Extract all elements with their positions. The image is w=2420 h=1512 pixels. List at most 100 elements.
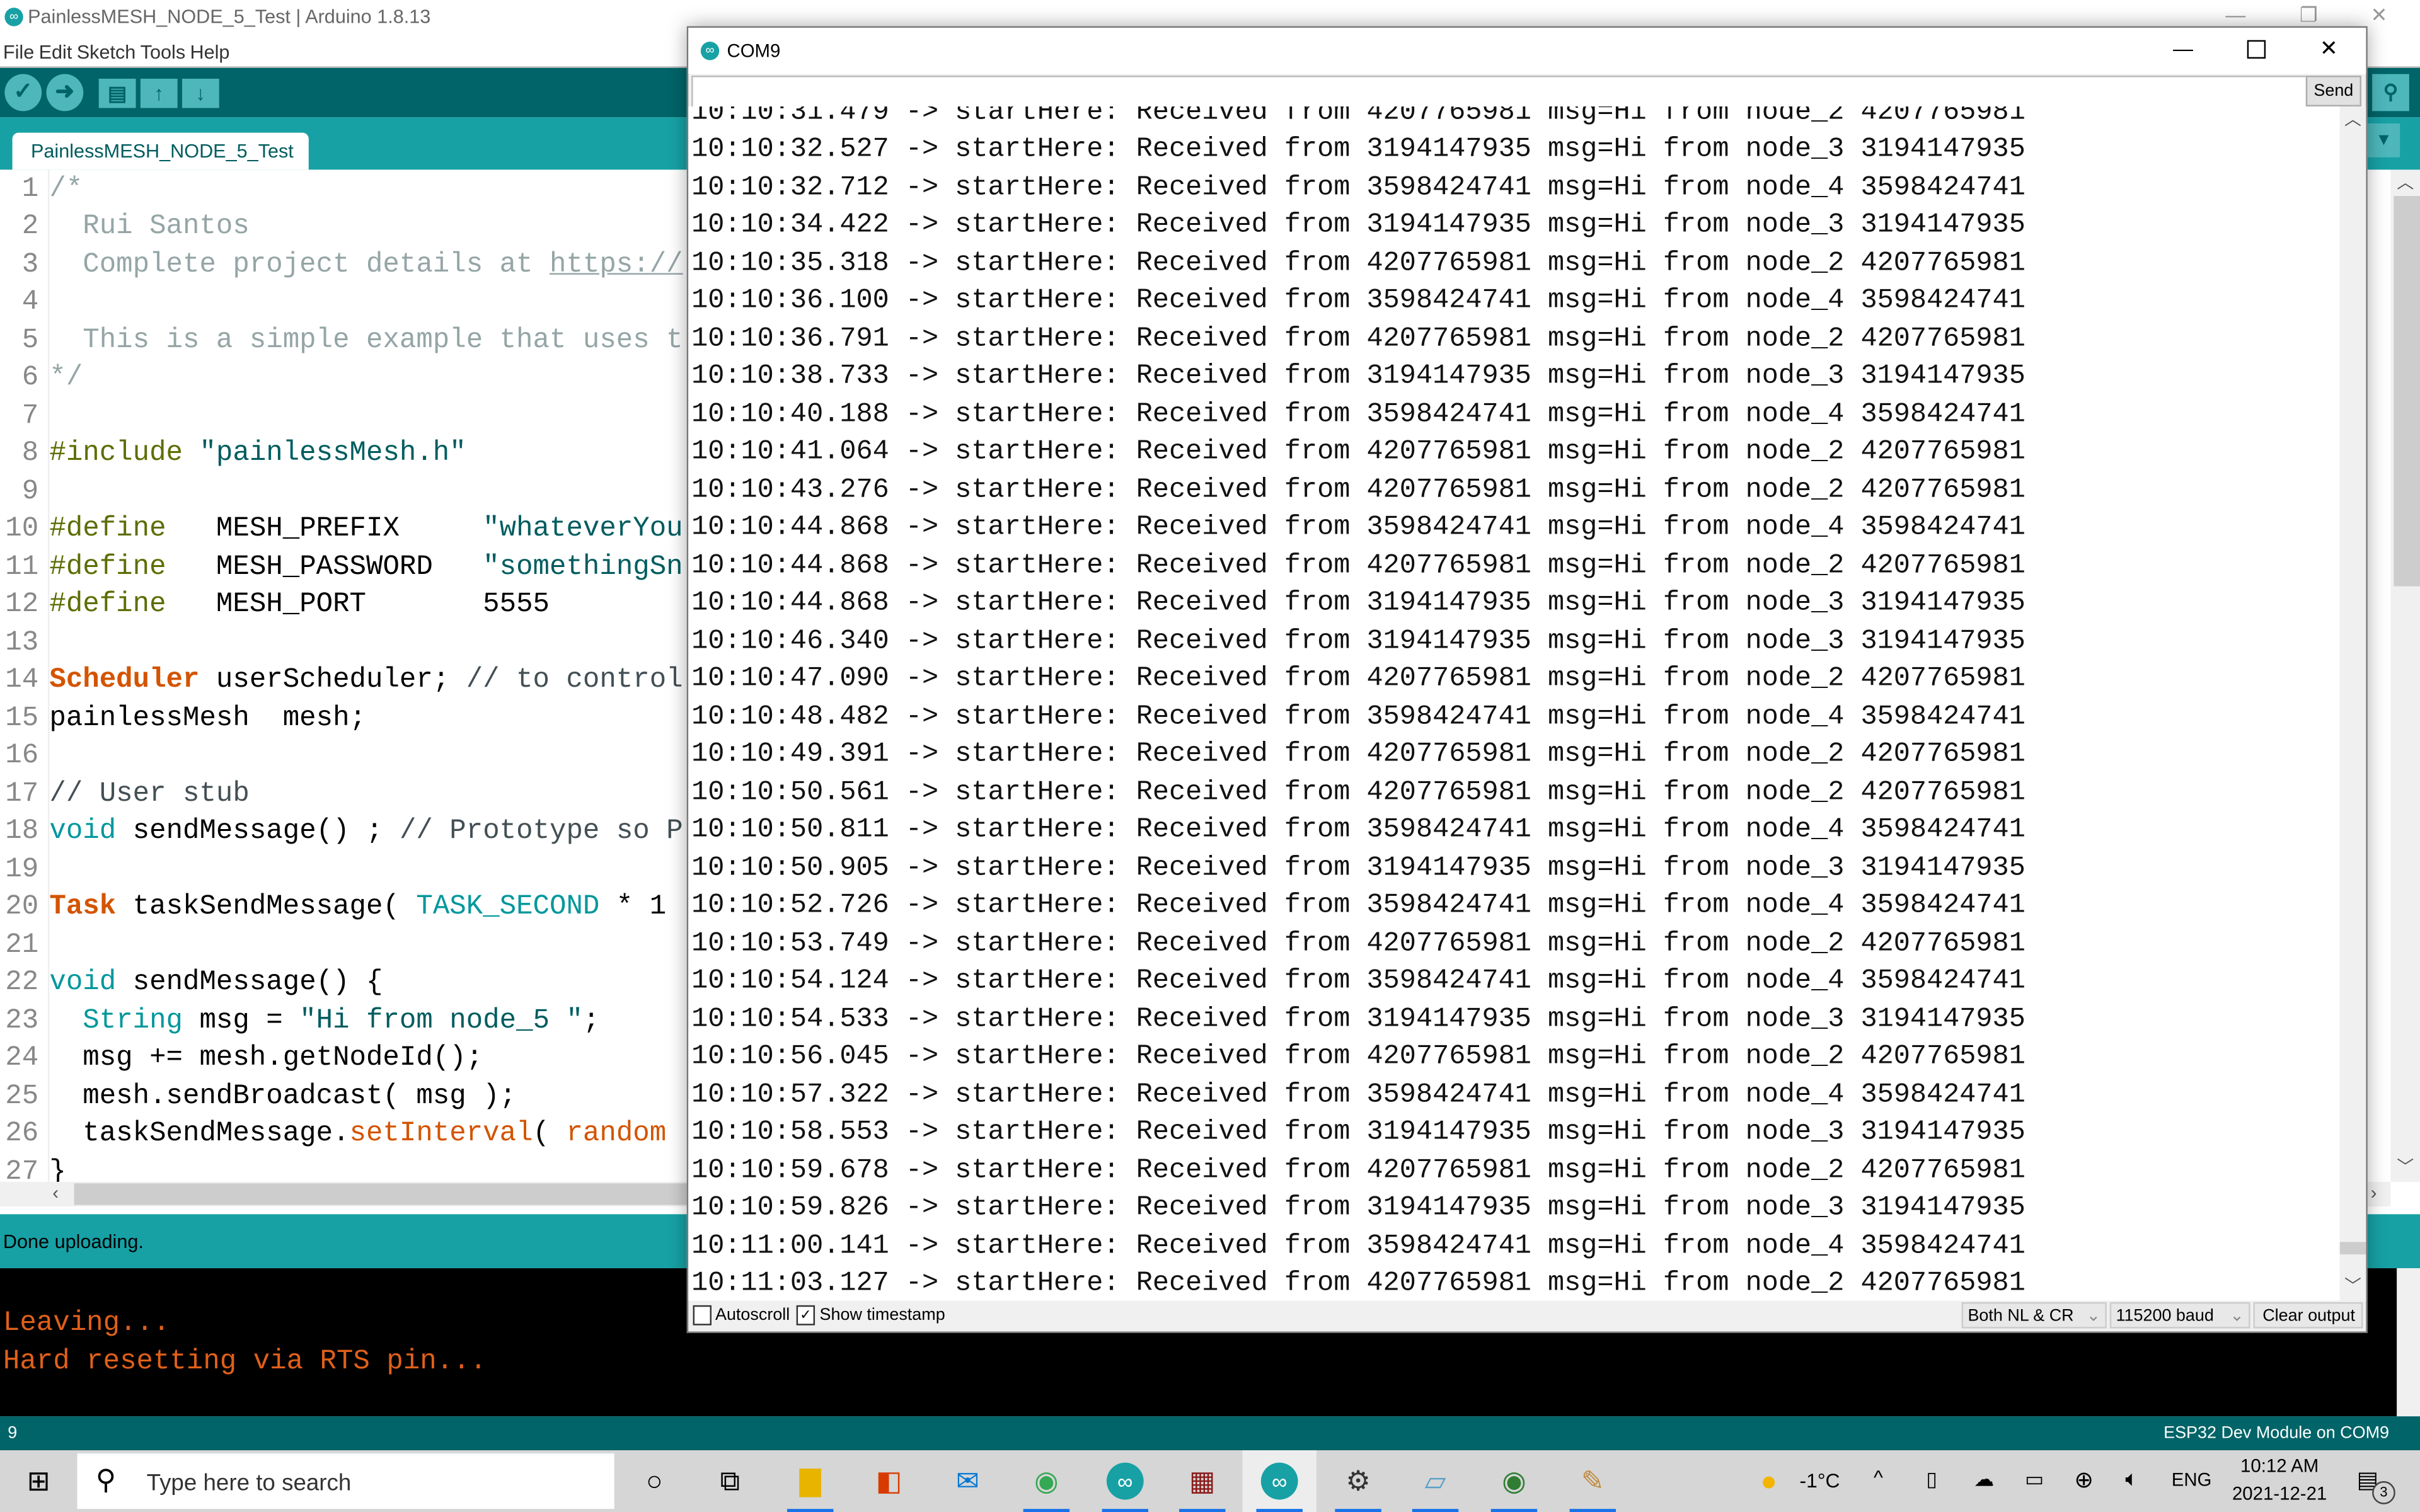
close-icon[interactable]: ✕ xyxy=(2320,35,2338,62)
scroll-up-icon[interactable]: ︿ xyxy=(2397,169,2414,194)
serial-scrollbar[interactable]: ︿ ﹀ xyxy=(2339,106,2366,1301)
tab-sketch[interactable]: PainlessMESH_NODE_5_Test xyxy=(12,132,309,170)
line-number: 11 xyxy=(5,552,39,583)
network-globe-icon[interactable]: ⊕ xyxy=(2074,1466,2094,1494)
maximize-icon[interactable] xyxy=(2247,40,2266,59)
code-line[interactable]: } xyxy=(49,1154,66,1182)
console-scrollbar[interactable] xyxy=(2397,1268,2420,1417)
scroll-left-icon[interactable]: ‹ xyxy=(52,1182,59,1203)
volume-icon[interactable]: 🔈︎ xyxy=(2125,1466,2138,1492)
line-number: 18 xyxy=(5,816,39,848)
code-line[interactable]: This is a simple example that uses t xyxy=(49,322,683,360)
scrollbar-thumb[interactable] xyxy=(2394,196,2420,587)
code-line[interactable]: Scheduler userScheduler; // to control xyxy=(49,662,683,700)
serial-options-bar: Autoscroll ✓ Show timestamp Both NL & CR… xyxy=(688,1300,2366,1331)
autoscroll-checkbox[interactable]: Autoscroll xyxy=(693,1305,790,1326)
serial-input[interactable] xyxy=(691,76,2311,110)
code-line[interactable]: taskSendMessage.setInterval( random xyxy=(49,1116,666,1154)
scrollbar-thumb[interactable] xyxy=(2339,1242,2366,1255)
menu-help[interactable]: Help xyxy=(190,42,229,63)
line-number: 9 xyxy=(8,1424,18,1443)
code-line[interactable]: Task taskSendMessage( TASK_SECOND * 1 xyxy=(49,889,666,927)
checkbox-box[interactable] xyxy=(693,1305,712,1326)
show-timestamp-checkbox[interactable]: ✓ Show timestamp xyxy=(796,1305,945,1326)
minimize-icon[interactable]: — xyxy=(2225,3,2245,26)
line-number: 26 xyxy=(5,1119,39,1150)
upload-icon[interactable]: ➜ xyxy=(46,74,84,112)
line-number: 12 xyxy=(5,590,39,621)
code-token-kw: Scheduler xyxy=(49,665,200,697)
cortana-icon[interactable]: ○ xyxy=(636,1463,673,1500)
minimize-icon[interactable]: — xyxy=(2173,37,2193,60)
office-icon[interactable]: ◧ xyxy=(870,1463,908,1500)
weather-temp[interactable]: -1°C xyxy=(1800,1469,1840,1492)
menu-sketch[interactable]: Sketch xyxy=(77,42,136,63)
winrar-icon[interactable]: ▦ xyxy=(1184,1463,1221,1500)
code-line[interactable]: */ xyxy=(49,360,83,398)
open-icon[interactable]: ↑ xyxy=(140,78,178,108)
clear-output-button[interactable]: Clear output xyxy=(2253,1302,2363,1329)
code-token-link: https:// xyxy=(549,249,683,281)
serial-line: 10:10:47.090 -> startHere: Received from… xyxy=(691,663,2025,695)
battery-icon[interactable]: ▭ xyxy=(2025,1467,2044,1492)
send-button[interactable]: Send xyxy=(2305,76,2361,106)
menu-file[interactable]: File xyxy=(3,42,34,63)
code-line[interactable]: void sendMessage() { xyxy=(49,965,383,1002)
code-line[interactable]: #define MESH_PORT 5555 xyxy=(49,587,550,624)
serial-line: 10:10:35.318 -> startHere: Received from… xyxy=(691,248,2025,279)
editor-vertical-scrollbar[interactable]: ︿ ﹀ xyxy=(2390,169,2420,1182)
paint-icon[interactable]: ✎ xyxy=(1574,1463,1611,1500)
code-line[interactable]: void sendMessage() ; // Prototype so P xyxy=(49,813,683,851)
code-token-str: "somethingSn xyxy=(483,552,683,583)
code-line[interactable]: #define MESH_PREFIX "whateverYou xyxy=(49,511,683,549)
tray-app-icon[interactable]: ▯ xyxy=(1926,1467,1937,1492)
code-line[interactable]: msg += mesh.getNodeId(); xyxy=(49,1040,483,1078)
baud-rate-select[interactable]: 115200 baud ⌄ xyxy=(2109,1302,2250,1329)
file-explorer-icon[interactable]: ▇ xyxy=(792,1463,829,1500)
checkmark-icon[interactable]: ✓ xyxy=(796,1305,815,1326)
tab-menu-chevron-down-icon[interactable]: ▼ xyxy=(2367,123,2400,158)
onedrive-cloud-icon[interactable]: ☁ xyxy=(1974,1467,1994,1492)
menu-tools[interactable]: Tools xyxy=(141,42,185,63)
new-icon[interactable]: ▤ xyxy=(98,78,136,108)
code-line[interactable]: /* xyxy=(49,171,83,209)
line-ending-select[interactable]: Both NL & CR ⌄ xyxy=(1961,1302,2107,1329)
code-line[interactable]: painlessMesh mesh; xyxy=(49,700,366,738)
arduino-app-icon[interactable]: ∞ xyxy=(1260,1462,1298,1500)
save-icon[interactable]: ↓ xyxy=(182,78,219,108)
code-line[interactable]: String msg = "Hi from node_5 "; xyxy=(49,1002,599,1040)
code-line[interactable]: // User stub xyxy=(49,776,249,813)
code-line[interactable]: #include "painlessMesh.h" xyxy=(49,435,466,473)
serial-line: 10:10:44.868 -> startHere: Received from… xyxy=(691,550,2025,581)
chrome-profile-icon[interactable]: ◉ xyxy=(1495,1463,1533,1500)
language-indicator[interactable]: ENG xyxy=(2172,1469,2212,1490)
windows-start-icon[interactable]: ⊞ xyxy=(20,1463,57,1500)
code-line[interactable]: Rui Santos xyxy=(49,209,250,246)
code-token-comment2: // Prototype so P xyxy=(399,816,683,848)
arduino-app-icon[interactable]: ∞ xyxy=(1106,1462,1144,1500)
taskbar-search-box[interactable]: ⚲ Type here to search xyxy=(77,1453,614,1509)
scroll-up-icon[interactable]: ︿ xyxy=(2344,106,2361,131)
code-token-type: TASK_SECOND xyxy=(416,892,600,924)
serial-line: 10:11:00.141 -> startHere: Received from… xyxy=(691,1230,2025,1262)
close-icon[interactable]: ✕ xyxy=(2371,3,2388,28)
serial-monitor-icon[interactable]: ⚲ xyxy=(2372,74,2409,112)
settings-gear-icon[interactable]: ⚙ xyxy=(1340,1463,1377,1500)
notepad-icon[interactable]: ▱ xyxy=(1417,1463,1454,1500)
mail-icon[interactable]: ✉ xyxy=(949,1463,986,1500)
scroll-right-icon[interactable]: › xyxy=(2371,1182,2377,1203)
chrome-icon[interactable]: ◉ xyxy=(1028,1463,1065,1500)
scroll-down-icon[interactable]: ﹀ xyxy=(2344,1273,2361,1297)
scroll-down-icon[interactable]: ﹀ xyxy=(2397,1154,2414,1179)
code-line[interactable]: mesh.sendBroadcast( msg ); xyxy=(49,1078,516,1116)
code-line[interactable]: Complete project details at https:// xyxy=(49,246,683,284)
weather-sun-icon[interactable]: ● xyxy=(1750,1463,1787,1500)
menu-edit[interactable]: Edit xyxy=(39,42,72,63)
code-line[interactable]: #define MESH_PASSWORD "somethingSn xyxy=(49,549,683,587)
verify-icon[interactable]: ✓ xyxy=(4,74,42,112)
tray-chevron-up-icon[interactable]: ^ xyxy=(1874,1466,1883,1489)
restore-icon[interactable]: ❐ xyxy=(2300,3,2318,28)
task-view-icon[interactable]: ⧉ xyxy=(712,1463,749,1500)
clock[interactable]: 10:12 AM 2021-12-21 xyxy=(2232,1455,2327,1504)
